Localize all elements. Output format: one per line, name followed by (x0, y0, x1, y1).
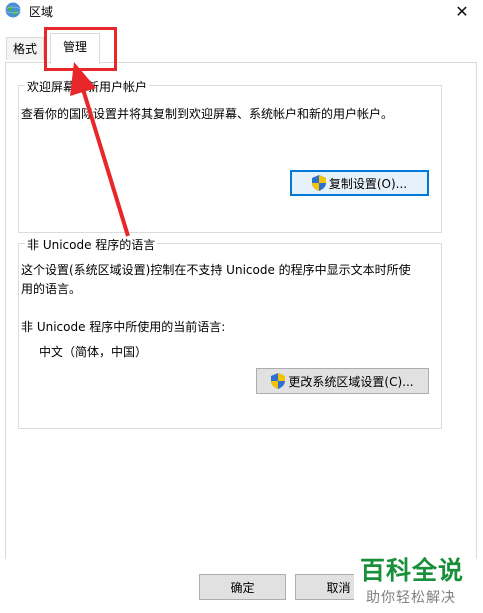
welcome-screen-legend: 欢迎屏幕和新用户帐户 (25, 78, 150, 95)
watermark-title: 百科全说 (360, 556, 465, 585)
current-language-label: 非 Unicode 程序中所使用的当前语言: (21, 320, 226, 334)
cancel-label: 取消 (326, 580, 351, 595)
watermark: 百科全说 助你轻松解决 (354, 551, 472, 609)
close-icon: ✕ (455, 1, 469, 21)
change-system-locale-label: 更改系统区域设置(C)... (288, 374, 414, 389)
non-unicode-description-line1: 这个设置(系统区域设置)控制在不支持 Unicode 的程序中显示文本时所使 (21, 263, 411, 277)
tab-formats-label: 格式 (13, 42, 38, 56)
copy-settings-button[interactable]: 复制设置(O)... (290, 170, 429, 196)
change-system-locale-button[interactable]: 更改系统区域设置(C)... (256, 368, 429, 394)
close-button[interactable]: ✕ (451, 1, 473, 21)
welcome-screen-description: 查看你的国际设置并将其复制到欢迎屏幕、系统帐户和新的用户帐户。 (21, 107, 394, 121)
globe-icon (5, 2, 21, 18)
window-title: 区域 (29, 5, 54, 19)
non-unicode-group: 非 Unicode 程序的语言 这个设置(系统区域设置)控制在不支持 Unico… (18, 236, 442, 429)
uac-shield-icon (271, 373, 286, 389)
copy-settings-label: 复制设置(O)... (328, 176, 408, 191)
welcome-screen-group: 欢迎屏幕和新用户帐户 查看你的国际设置并将其复制到欢迎屏幕、系统帐户和新的用户帐… (18, 78, 442, 233)
ok-button[interactable]: 确定 (199, 574, 286, 600)
non-unicode-description-line2: 用的语言。 (21, 282, 82, 296)
tab-panel-administrative: 欢迎屏幕和新用户帐户 查看你的国际设置并将其复制到欢迎屏幕、系统帐户和新的用户帐… (5, 62, 477, 561)
tab-formats[interactable]: 格式 (6, 37, 45, 60)
non-unicode-legend: 非 Unicode 程序的语言 (25, 236, 158, 253)
title-bar: 区域 ✕ (0, 0, 483, 24)
uac-shield-icon (311, 175, 326, 191)
watermark-subtitle: 助你轻松解决 (366, 590, 456, 606)
ok-label: 确定 (230, 580, 255, 595)
annotation-highlight-box (44, 27, 117, 71)
current-language-value: 中文（简体，中国） (39, 345, 148, 359)
